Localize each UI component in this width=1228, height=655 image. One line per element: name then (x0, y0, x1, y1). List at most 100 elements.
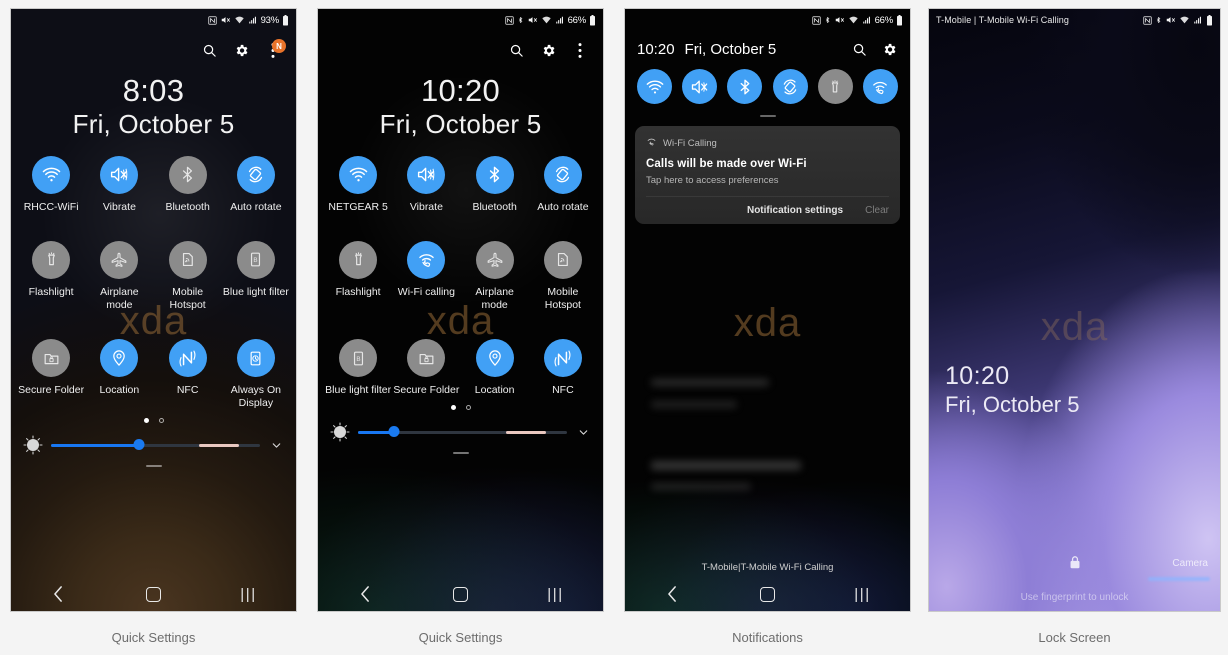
panel-row: 93% N 8:03 Fri, October 5 xda RHCC-WiFi … (0, 0, 1228, 620)
flashlight-icon[interactable] (817, 69, 853, 104)
bluetooth-icon (1155, 15, 1162, 25)
brightness-slider-row-2 (318, 422, 603, 442)
clear-button[interactable]: Clear (865, 205, 889, 216)
tile-airplane-mode[interactable]: Airplane mode (461, 240, 529, 312)
tile-rhcc-wifi[interactable]: RHCC-WiFi (17, 155, 85, 214)
panel-quick-settings-2: 66% 10:20 Fri, October 5 xda NETGEAR 5 V… (307, 0, 614, 620)
page-indicator-2[interactable] (318, 405, 603, 411)
tile-vibrate[interactable]: Vibrate (392, 155, 460, 214)
tile-blue-light-filter[interactable]: B Blue light filter (324, 339, 392, 397)
home-icon[interactable] (106, 586, 201, 602)
tile-bluetooth[interactable]: Bluetooth (154, 155, 222, 214)
tile-flashlight[interactable]: Flashlight (324, 240, 392, 312)
lock-clock-block: 10:20 Fri, October 5 (945, 361, 1079, 419)
tile-mobile-hotspot[interactable]: Mobile Hotspot (154, 240, 222, 312)
page-dot (158, 418, 164, 424)
slider-knob[interactable] (133, 439, 145, 451)
panel-drag-handle-2[interactable] (452, 452, 469, 455)
tile-nfc[interactable]: NFC (154, 339, 222, 410)
lock-clock-date: Fri, October 5 (945, 392, 1080, 417)
location-icon (100, 339, 139, 378)
aod-icon (236, 339, 275, 378)
notification-card[interactable]: Wi-Fi Calling Calls will be made over Wi… (635, 126, 900, 224)
status-bar-1: 93% (11, 9, 296, 31)
tile-nfc[interactable]: NFC (529, 339, 597, 397)
recents-icon[interactable]: ||| (508, 586, 603, 603)
wifi-icon (32, 155, 71, 194)
tile-grid-1: RHCC-WiFi Vibrate Bluetooth Auto rotate … (11, 155, 296, 411)
slider-knob[interactable] (388, 426, 400, 438)
battery-percent-1: 93% (260, 14, 280, 26)
search-icon[interactable] (507, 41, 525, 59)
tile-location[interactable]: Location (85, 339, 153, 410)
blurred-text-placeholder (651, 483, 751, 490)
quick-panel-grab-handle[interactable] (759, 115, 776, 117)
securefolder-icon (407, 339, 446, 378)
bluetooth-icon (168, 155, 207, 194)
quick-settings-header-2 (318, 31, 603, 63)
tile-flashlight[interactable]: Flashlight (17, 240, 85, 312)
search-icon[interactable] (200, 41, 218, 59)
bluetooth-icon[interactable] (727, 69, 763, 104)
tile-wifi-calling[interactable]: Wi-Fi calling (392, 240, 460, 312)
tile-airplane-mode[interactable]: Airplane mode (85, 240, 153, 312)
camera-shortcut[interactable]: Camera (1172, 558, 1208, 569)
tile-secure-folder[interactable]: Secure Folder (17, 339, 85, 410)
notification-body: Tap here to access preferences (646, 175, 779, 186)
nfc-icon (1143, 15, 1152, 25)
autorotate-icon[interactable] (772, 69, 808, 104)
wifi-icon[interactable] (637, 69, 672, 104)
brightness-slider[interactable] (358, 426, 567, 438)
tile-auto-rotate[interactable]: Auto rotate (529, 155, 597, 214)
tile-label: Mobile Hotspot (169, 285, 206, 312)
nav-bar-2: ||| (318, 577, 603, 611)
home-icon[interactable] (413, 586, 508, 602)
status-bar-2: 66% (318, 9, 603, 31)
recents-icon[interactable]: ||| (201, 586, 296, 603)
tile-label: Blue light filter (325, 384, 392, 397)
wificalling-icon[interactable] (862, 69, 898, 104)
tile-always-on-display[interactable]: Always On Display (222, 339, 290, 410)
chevron-down-icon[interactable] (575, 426, 591, 439)
tile-label: Location (474, 384, 515, 397)
clock-time-1: 8:03 (122, 73, 185, 108)
gear-icon[interactable] (232, 41, 250, 59)
quick-settings-header-1: N (11, 31, 296, 63)
gear-icon[interactable] (880, 40, 898, 58)
fingerprint-hint: Use fingerprint to unlock (1020, 592, 1129, 603)
signal-icon (555, 16, 565, 25)
back-icon[interactable] (625, 586, 720, 602)
panel-drag-handle-1[interactable] (145, 465, 162, 468)
tile-location[interactable]: Location (461, 339, 529, 397)
tile-row: NETGEAR 5 Vibrate Bluetooth Auto rotate (324, 155, 597, 214)
recents-icon[interactable]: ||| (815, 586, 910, 603)
brightness-slider[interactable] (51, 439, 260, 451)
tile-netgear-wifi[interactable]: NETGEAR 5 (324, 155, 392, 214)
status-bar-icons-1: 93% (207, 14, 289, 26)
tile-mobile-hotspot[interactable]: Mobile Hotspot (529, 240, 597, 312)
tile-label: Auto rotate (537, 200, 589, 213)
notification-settings-button[interactable]: Notification settings (747, 205, 843, 216)
page-indicator-1[interactable] (11, 418, 296, 424)
tile-blue-light-filter[interactable]: B Blue light filter (222, 240, 290, 312)
tile-auto-rotate[interactable]: Auto rotate (222, 155, 290, 214)
vibrate-icon[interactable] (682, 69, 718, 104)
back-icon[interactable] (318, 586, 413, 602)
wifi-icon (339, 155, 378, 194)
clock-time-2: 10:20 (420, 73, 501, 108)
tile-vibrate[interactable]: Vibrate (85, 155, 153, 214)
wificalling-icon (407, 240, 446, 279)
chevron-down-icon[interactable] (268, 439, 284, 452)
status-bar-icons-3: 66% (811, 14, 903, 26)
search-icon[interactable] (850, 40, 868, 58)
more-options-button-1[interactable]: N (264, 39, 286, 59)
gear-icon[interactable] (539, 41, 557, 59)
camera-swipe-indicator[interactable] (1148, 577, 1210, 581)
back-icon[interactable] (11, 586, 106, 602)
more-icon[interactable] (571, 41, 589, 59)
tile-secure-folder[interactable]: Secure Folder (392, 339, 460, 397)
home-icon[interactable] (720, 586, 815, 602)
tile-label: Blue light filter (222, 285, 289, 298)
tile-bluetooth[interactable]: Bluetooth (461, 155, 529, 214)
